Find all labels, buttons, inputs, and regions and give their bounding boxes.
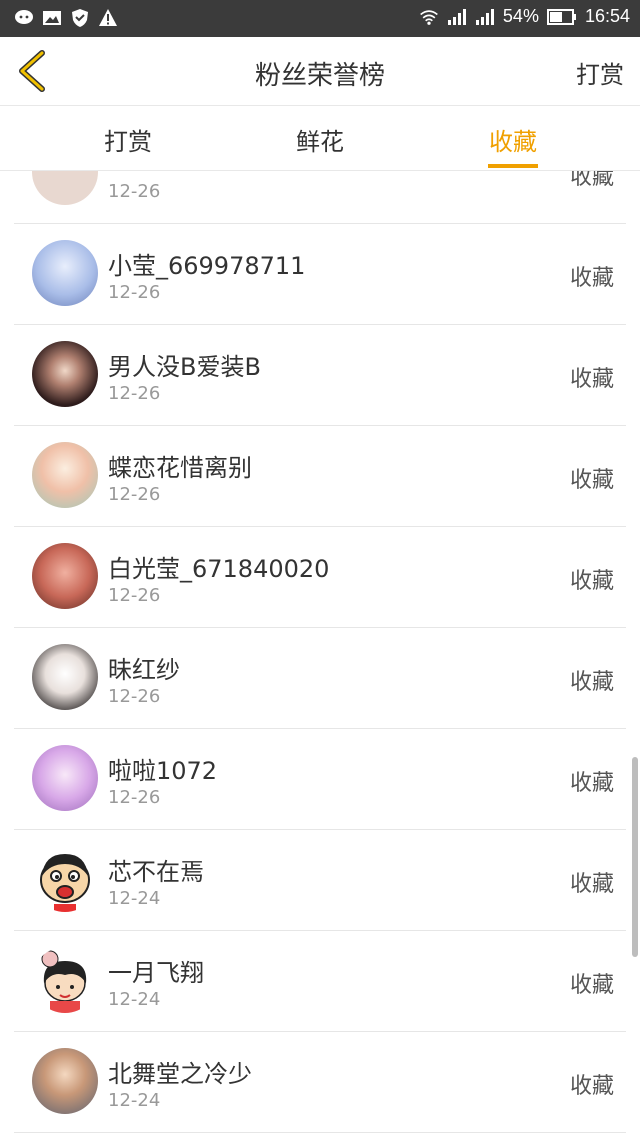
date: 12-24	[108, 888, 161, 909]
warning-icon	[99, 9, 117, 26]
user-name: 小莹_669978711	[108, 252, 306, 280]
active-tab-indicator	[488, 164, 538, 168]
favorite-label: 收藏	[569, 468, 614, 493]
favorite-label: 收藏	[569, 973, 614, 998]
page-title: 粉丝荣誉榜	[254, 61, 385, 91]
list-item[interactable]: 芯不在焉 12-24 收藏	[14, 830, 626, 931]
date: 12-26	[108, 282, 161, 303]
avatar	[32, 1048, 98, 1114]
nav-bar: 粉丝荣誉榜 打赏	[0, 37, 640, 106]
user-name: 啦啦1072	[108, 757, 218, 785]
scrollbar[interactable]	[632, 757, 638, 957]
list-item[interactable]: 啦啦1072 12-26 收藏	[14, 729, 626, 830]
avatar	[32, 745, 98, 811]
tab-bar: 打赏 鲜花 收藏	[0, 106, 640, 171]
list-item[interactable]: 男人没B爱装B 12-26 收藏	[14, 325, 626, 426]
user-name: 北舞堂之冷少	[108, 1060, 252, 1088]
list-item[interactable]: 白光莹_671840020 12-26 收藏	[14, 527, 626, 628]
avatar	[32, 442, 98, 508]
system-status: 54% 16:54	[419, 6, 630, 27]
favorite-label: 收藏	[569, 367, 614, 392]
wifi-icon	[420, 9, 438, 25]
avatar	[32, 240, 98, 306]
list-item[interactable]: 一月飞翔 12-24 收藏	[14, 931, 626, 1032]
cartoon-boy-icon	[40, 854, 90, 912]
user-name: 一月飞翔	[108, 959, 204, 987]
avatar	[32, 644, 98, 710]
favorite-label: 收藏	[569, 569, 614, 594]
list-item[interactable]: 12-26 收藏	[14, 171, 626, 224]
favorite-label: 收藏	[569, 670, 614, 695]
date: 12-26	[108, 484, 161, 505]
list-item[interactable]: 北舞堂之冷少 12-24 收藏	[14, 1032, 626, 1133]
list-item[interactable]: 昧红纱 12-26 收藏	[14, 628, 626, 729]
battery-icon	[546, 8, 576, 25]
favorite-label: 收藏	[569, 266, 614, 291]
user-name: 白光莹_671840020	[108, 555, 330, 583]
cartoon-girl-icon	[41, 950, 87, 1013]
user-name: 芯不在焉	[108, 858, 204, 886]
date: 12-26	[108, 787, 161, 808]
status-bar: 54% 16:54	[0, 0, 640, 37]
tab-favorites[interactable]: 收藏	[433, 122, 593, 157]
date: 12-24	[108, 1090, 161, 1111]
reward-button[interactable]: 打赏	[576, 55, 624, 90]
date: 12-26	[108, 181, 161, 202]
signal-icon-2	[475, 8, 494, 25]
date: 12-26	[108, 383, 161, 404]
tab-flowers[interactable]: 鲜花	[240, 122, 400, 157]
avatar	[32, 846, 98, 912]
chat-icon	[15, 10, 33, 24]
list-item[interactable]: 小莹_669978711 12-26 收藏	[14, 224, 626, 325]
battery-percent: 54%	[502, 6, 539, 26]
user-name: 昧红纱	[108, 656, 180, 684]
notification-icons	[14, 8, 118, 28]
clock: 16:54	[584, 6, 630, 26]
image-icon	[43, 11, 61, 25]
favorite-label: 收藏	[569, 1074, 614, 1099]
favorite-label: 收藏	[569, 872, 614, 897]
list-item[interactable]: 蝶恋花惜离别 12-26 收藏	[14, 426, 626, 527]
avatar	[32, 341, 98, 407]
avatar	[32, 947, 98, 1013]
shield-icon	[72, 9, 88, 27]
avatar	[32, 543, 98, 609]
user-name: 男人没B爱装B	[108, 353, 261, 381]
avatar	[32, 171, 98, 205]
favorite-label: 收藏	[569, 171, 614, 190]
date: 12-24	[108, 989, 161, 1010]
user-name: 蝶恋花惜离别	[108, 454, 252, 482]
date: 12-26	[108, 686, 161, 707]
fan-list[interactable]: 12-26 收藏 小莹_669978711 12-26 收藏 男人没B爱装B 1…	[0, 171, 640, 1138]
favorite-label: 收藏	[569, 771, 614, 796]
tab-reward[interactable]: 打赏	[48, 122, 208, 157]
date: 12-26	[108, 585, 161, 606]
signal-icon	[447, 8, 466, 25]
